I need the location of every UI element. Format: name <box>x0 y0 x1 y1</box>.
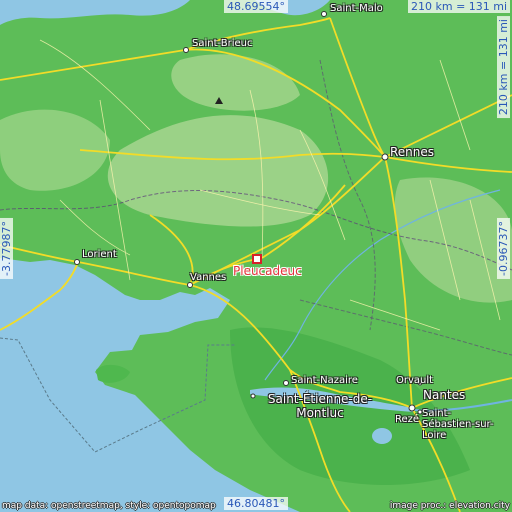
city-label-saint-brieuc: Saint-Brieuc <box>192 38 253 49</box>
city-label-orvault: Orvault <box>396 375 434 386</box>
city-label-saint-nazaire: Saint-Nazaire <box>291 375 358 386</box>
coord-right-longitude: -0.96737° <box>497 218 510 279</box>
scale-vertical: 210 km = 131 mi <box>497 16 510 119</box>
attribution-left: map data: openstreetmap, style: opentopo… <box>2 501 216 511</box>
city-label-saint-sebastien-sur-loire: Saint-Sébastien-sur-Loire <box>422 408 494 441</box>
city-label-nantes: Nantes <box>423 388 466 402</box>
grand-lieu-lake <box>372 428 392 444</box>
coord-top-latitude: 48.69554° <box>224 0 288 13</box>
coord-left-longitude: -3.77987° <box>0 218 13 279</box>
scale-horizontal: 210 km = 131 mi <box>408 0 511 13</box>
city-label-rennes: Rennes <box>390 145 435 159</box>
city-label-lorient: Lorient <box>82 249 117 260</box>
city-label-vannes: Vannes <box>190 272 227 283</box>
coord-bottom-latitude: 46.80481° <box>224 497 288 510</box>
city-label-saint-malo: Saint-Malo <box>330 3 383 14</box>
place-marker[interactable] <box>252 254 262 264</box>
place-label: Pleucadeuc <box>233 264 302 278</box>
city-label-reze: Rezé <box>395 414 420 425</box>
attribution-right: image proc.: elevation.city <box>389 501 510 511</box>
city-label-saint-etienne-de-montluc: Saint-Étienne-de-Montluc <box>267 392 373 420</box>
map-view[interactable]: Saint-Malo Saint-Brieuc Rennes Lorient V… <box>0 0 512 512</box>
